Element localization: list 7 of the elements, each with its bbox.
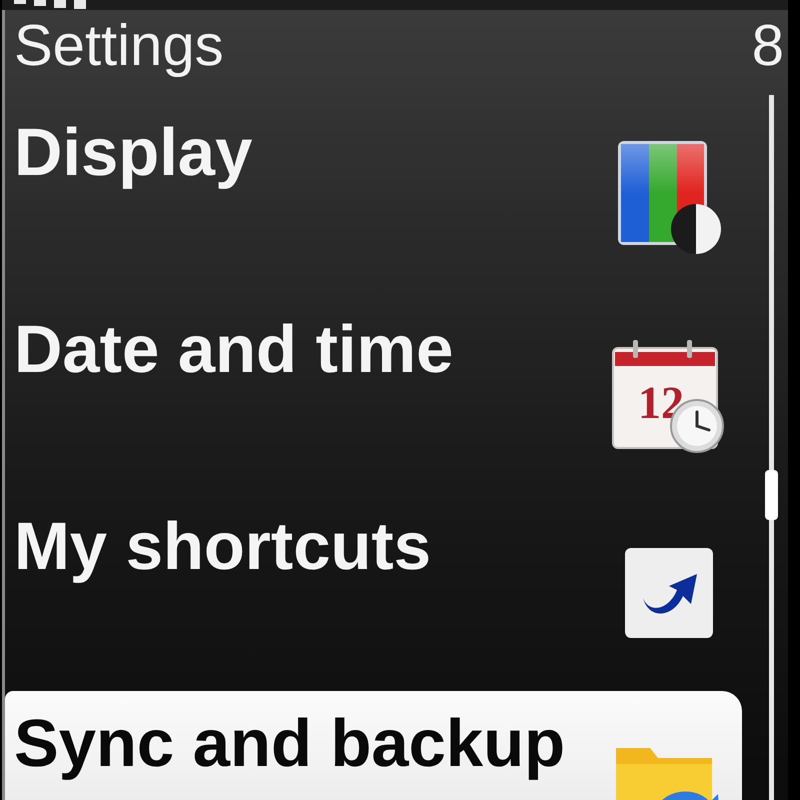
- scrollbar-thumb[interactable]: [765, 470, 778, 520]
- settings-item[interactable]: My shortcuts: [5, 494, 742, 691]
- settings-item[interactable]: Display: [5, 100, 742, 297]
- settings-item[interactable]: Sync and backup: [5, 691, 742, 800]
- item-count: 8: [752, 17, 784, 75]
- color-bars-icon: [617, 140, 721, 257]
- screen-title: Settings: [14, 17, 224, 75]
